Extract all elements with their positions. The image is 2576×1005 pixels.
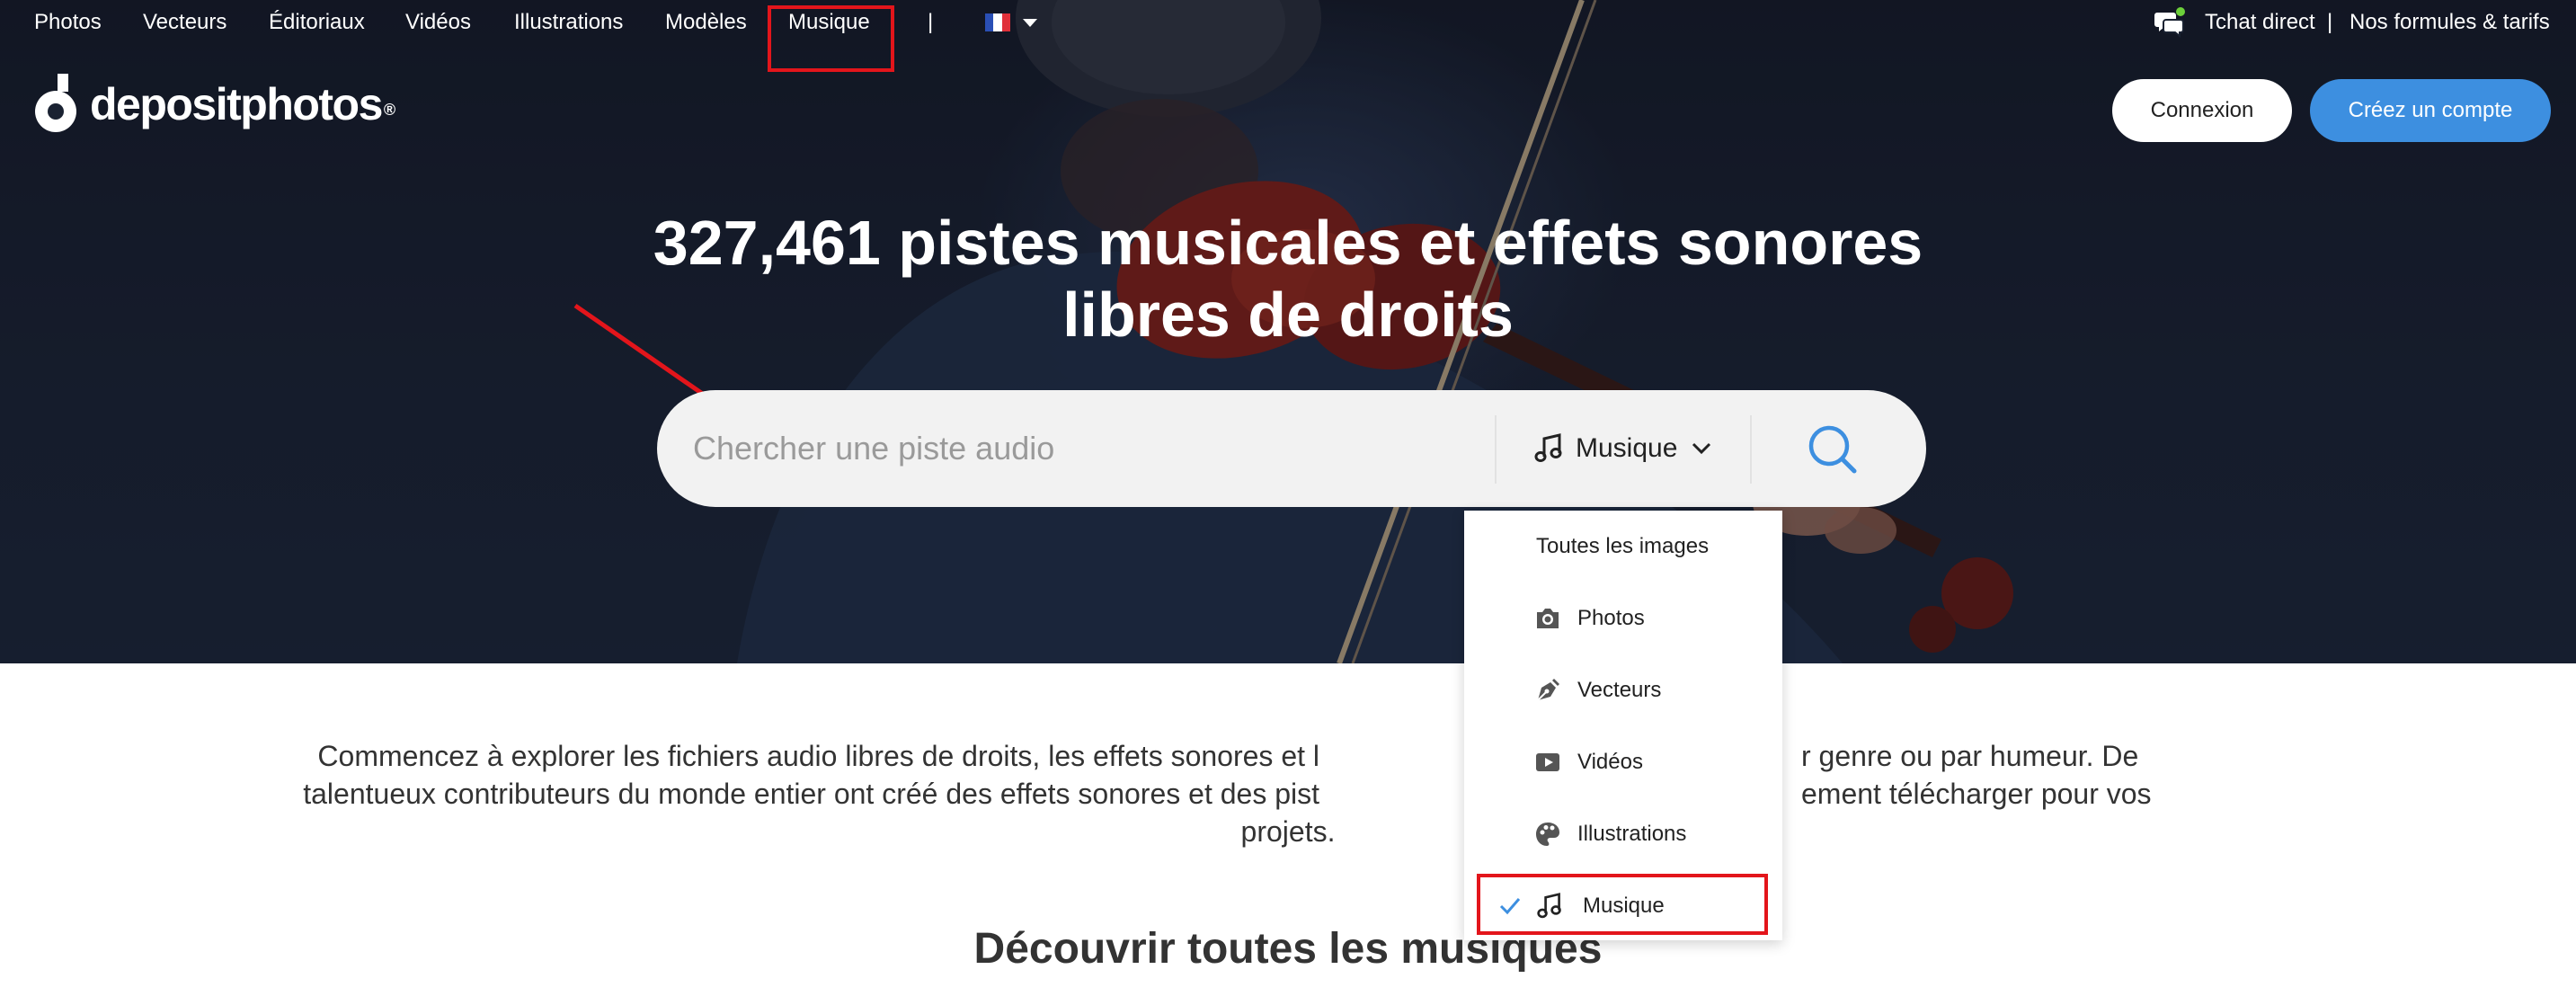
intro-paragraph: Commencez à explorer les fichiers audio … xyxy=(303,737,2151,850)
pen-icon xyxy=(1537,679,1559,701)
intro-line-1: Commencez à explorer les fichiers audio … xyxy=(317,737,2145,775)
dropdown-item-label: Vecteurs xyxy=(1577,678,1662,702)
dropdown-item-photos[interactable]: Photos xyxy=(1464,590,1782,647)
depositphotos-logo-icon[interactable] xyxy=(34,74,79,133)
chevron-down-icon xyxy=(1692,442,1711,455)
fr-flag-icon[interactable] xyxy=(985,13,1010,31)
page-title-line-1: 327,461 pistes musicales et effets sonor… xyxy=(653,208,1923,278)
highlight-box-musique-nav xyxy=(768,5,894,72)
nav-videos[interactable]: Vidéos xyxy=(405,9,471,36)
camera-icon xyxy=(1537,609,1559,628)
play-icon xyxy=(1536,753,1559,771)
signup-button[interactable]: Créez un compte xyxy=(2310,79,2551,142)
palette-icon xyxy=(1536,823,1559,846)
search-divider xyxy=(1495,415,1497,484)
media-type-dropdown: Toutes les images Photos Vecteurs Vidéos xyxy=(1464,511,1782,940)
nav-editoriaux[interactable]: Éditoriaux xyxy=(269,9,365,36)
intro-line-3: projets. xyxy=(1240,815,1336,848)
media-type-label: Musique xyxy=(1576,433,1678,463)
dropdown-item-all-images[interactable]: Toutes les images xyxy=(1464,518,1782,575)
dropdown-item-illustrations[interactable]: Illustrations xyxy=(1464,805,1782,863)
intro-line-2: talentueux contributeurs du monde entier… xyxy=(303,775,2151,813)
dropdown-item-label: Toutes les images xyxy=(1536,534,1710,558)
chat-link[interactable]: Tchat direct xyxy=(2205,9,2315,36)
search-icon[interactable] xyxy=(1806,422,1860,476)
logo-registered-mark: ® xyxy=(383,101,395,119)
search-input[interactable] xyxy=(693,413,1484,485)
chat-icon[interactable] xyxy=(2154,7,2186,38)
nav-photos[interactable]: Photos xyxy=(34,9,102,36)
dropdown-item-videos[interactable]: Vidéos xyxy=(1464,734,1782,791)
dropdown-item-vecteurs[interactable]: Vecteurs xyxy=(1464,662,1782,719)
intro-line-2-start: talentueux contributeurs du monde entier… xyxy=(303,778,1319,810)
dropdown-item-label: Vidéos xyxy=(1577,750,1643,774)
intro-line-2-end: ement télécharger pour vos xyxy=(1801,778,2152,810)
dropdown-item-label: Photos xyxy=(1577,606,1645,630)
dropdown-item-label: Illustrations xyxy=(1577,822,1687,846)
language-caret-icon[interactable] xyxy=(1023,19,1037,27)
nav-modeles[interactable]: Modèles xyxy=(665,9,747,36)
pricing-link[interactable]: Nos formules & tarifs xyxy=(2349,9,2550,36)
search-bar: Musique xyxy=(657,390,1926,507)
music-note-icon xyxy=(1534,433,1562,462)
logo-wordmark: depositphotos xyxy=(90,79,383,129)
login-button[interactable]: Connexion xyxy=(2112,79,2292,142)
search-divider xyxy=(1750,415,1752,484)
media-type-select[interactable]: Musique xyxy=(1534,417,1732,480)
highlight-box-musique-option xyxy=(1477,874,1768,935)
depositphotos-logo[interactable]: depositphotos ® xyxy=(90,77,395,131)
top-navigation: Photos Vecteurs Éditoriaux Vidéos Illust… xyxy=(0,0,2576,72)
right-nav-separator: | xyxy=(2327,10,2333,34)
nav-illustrations[interactable]: Illustrations xyxy=(514,9,623,36)
intro-line-1-end: r genre ou par humeur. De xyxy=(1801,740,2139,772)
nav-separator: | xyxy=(928,10,934,34)
intro-line-1-start: Commencez à explorer les fichiers audio … xyxy=(317,740,1319,772)
nav-vecteurs[interactable]: Vecteurs xyxy=(143,9,227,36)
